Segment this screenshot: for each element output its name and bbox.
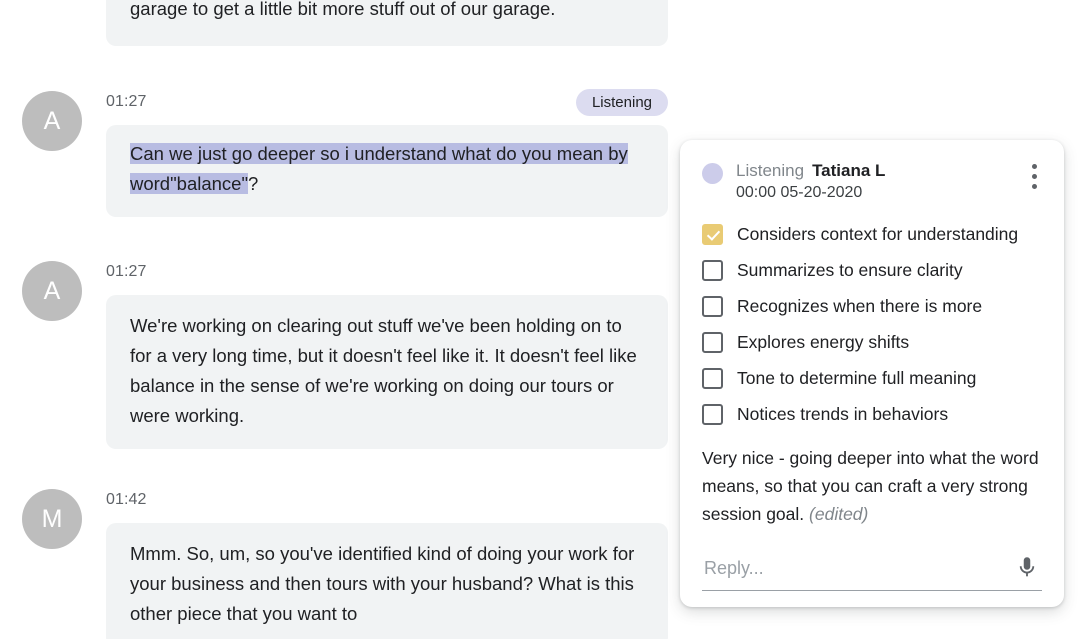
comment-author: Tatiana L bbox=[812, 161, 885, 180]
message-bubble[interactable]: Can we just go deeper so i understand wh… bbox=[106, 125, 668, 217]
avatar[interactable]: M bbox=[22, 489, 82, 549]
reply-input[interactable] bbox=[702, 554, 994, 588]
reply-row[interactable] bbox=[702, 554, 1042, 591]
message-text: like, we spent most of the last weekend … bbox=[106, 0, 668, 46]
checkbox[interactable] bbox=[702, 260, 723, 281]
highlighted-text: Can we just go deeper so i understand wh… bbox=[130, 143, 628, 194]
comment-card-header: Listening Tatiana L 00:00 05-20-2020 bbox=[702, 160, 1042, 206]
competency-row[interactable]: Summarizes to ensure clarity bbox=[702, 252, 1042, 288]
checkbox[interactable] bbox=[702, 404, 723, 425]
competency-row[interactable]: Considers context for understanding bbox=[702, 216, 1042, 252]
more-vert-icon[interactable] bbox=[1022, 164, 1046, 194]
comment-card[interactable]: Listening Tatiana L 00:00 05-20-2020 Cons… bbox=[680, 140, 1064, 607]
status-badge[interactable]: Listening bbox=[576, 89, 668, 116]
kebab-dot bbox=[1032, 174, 1037, 179]
comment-card-title: Listening Tatiana L bbox=[736, 160, 1042, 182]
message-text-tail: ? bbox=[248, 173, 258, 194]
competency-row[interactable]: Tone to determine full meaning bbox=[702, 360, 1042, 396]
message-timestamp: 01:27 bbox=[106, 263, 147, 281]
message-line-visible: garage to get a little bit more stuff ou… bbox=[130, 0, 555, 19]
competency-label: Notices trends in behaviors bbox=[737, 403, 948, 425]
checkbox[interactable] bbox=[702, 332, 723, 353]
microphone-icon[interactable] bbox=[1014, 550, 1040, 589]
message-bubble[interactable]: Mmm. So, um, so you've identified kind o… bbox=[106, 523, 668, 639]
kebab-dot bbox=[1032, 184, 1037, 189]
message-bubble[interactable]: We're working on clearing out stuff we'v… bbox=[106, 295, 668, 449]
message-meta: 01:42 bbox=[106, 489, 668, 523]
competency-label: Summarizes to ensure clarity bbox=[737, 259, 963, 281]
checkbox[interactable] bbox=[702, 296, 723, 317]
competency-row[interactable]: Notices trends in behaviors bbox=[702, 396, 1042, 432]
comment-datetime: 00:00 05-20-2020 bbox=[736, 182, 1042, 204]
message-bubble-clipped: like, we spent most of the last weekend … bbox=[106, 0, 668, 46]
competency-checklist: Considers context for understanding Summ… bbox=[702, 216, 1042, 432]
competency-label: Explores energy shifts bbox=[737, 331, 909, 353]
avatar[interactable]: A bbox=[22, 91, 82, 151]
comment-status-label: Listening bbox=[736, 161, 804, 180]
message-meta: 01:27 Listening bbox=[106, 91, 668, 125]
comment-text: Very nice - going deeper into what the w… bbox=[702, 448, 1039, 524]
edited-label: (edited) bbox=[809, 504, 868, 524]
message-timestamp: 01:42 bbox=[106, 491, 147, 509]
message-meta: 01:27 bbox=[106, 261, 668, 295]
competency-row[interactable]: Explores energy shifts bbox=[702, 324, 1042, 360]
message-timestamp: 01:27 bbox=[106, 93, 147, 111]
competency-label: Recognizes when there is more bbox=[737, 295, 982, 317]
avatar[interactable]: A bbox=[22, 261, 82, 321]
comment-body: Very nice - going deeper into what the w… bbox=[702, 444, 1042, 528]
kebab-dot bbox=[1032, 164, 1037, 169]
checkbox[interactable] bbox=[702, 368, 723, 389]
status-dot-icon bbox=[702, 163, 723, 184]
checkbox-checked[interactable] bbox=[702, 224, 723, 245]
competency-label: Tone to determine full meaning bbox=[737, 367, 976, 389]
competency-label: Considers context for understanding bbox=[737, 223, 1018, 245]
competency-row[interactable]: Recognizes when there is more bbox=[702, 288, 1042, 324]
